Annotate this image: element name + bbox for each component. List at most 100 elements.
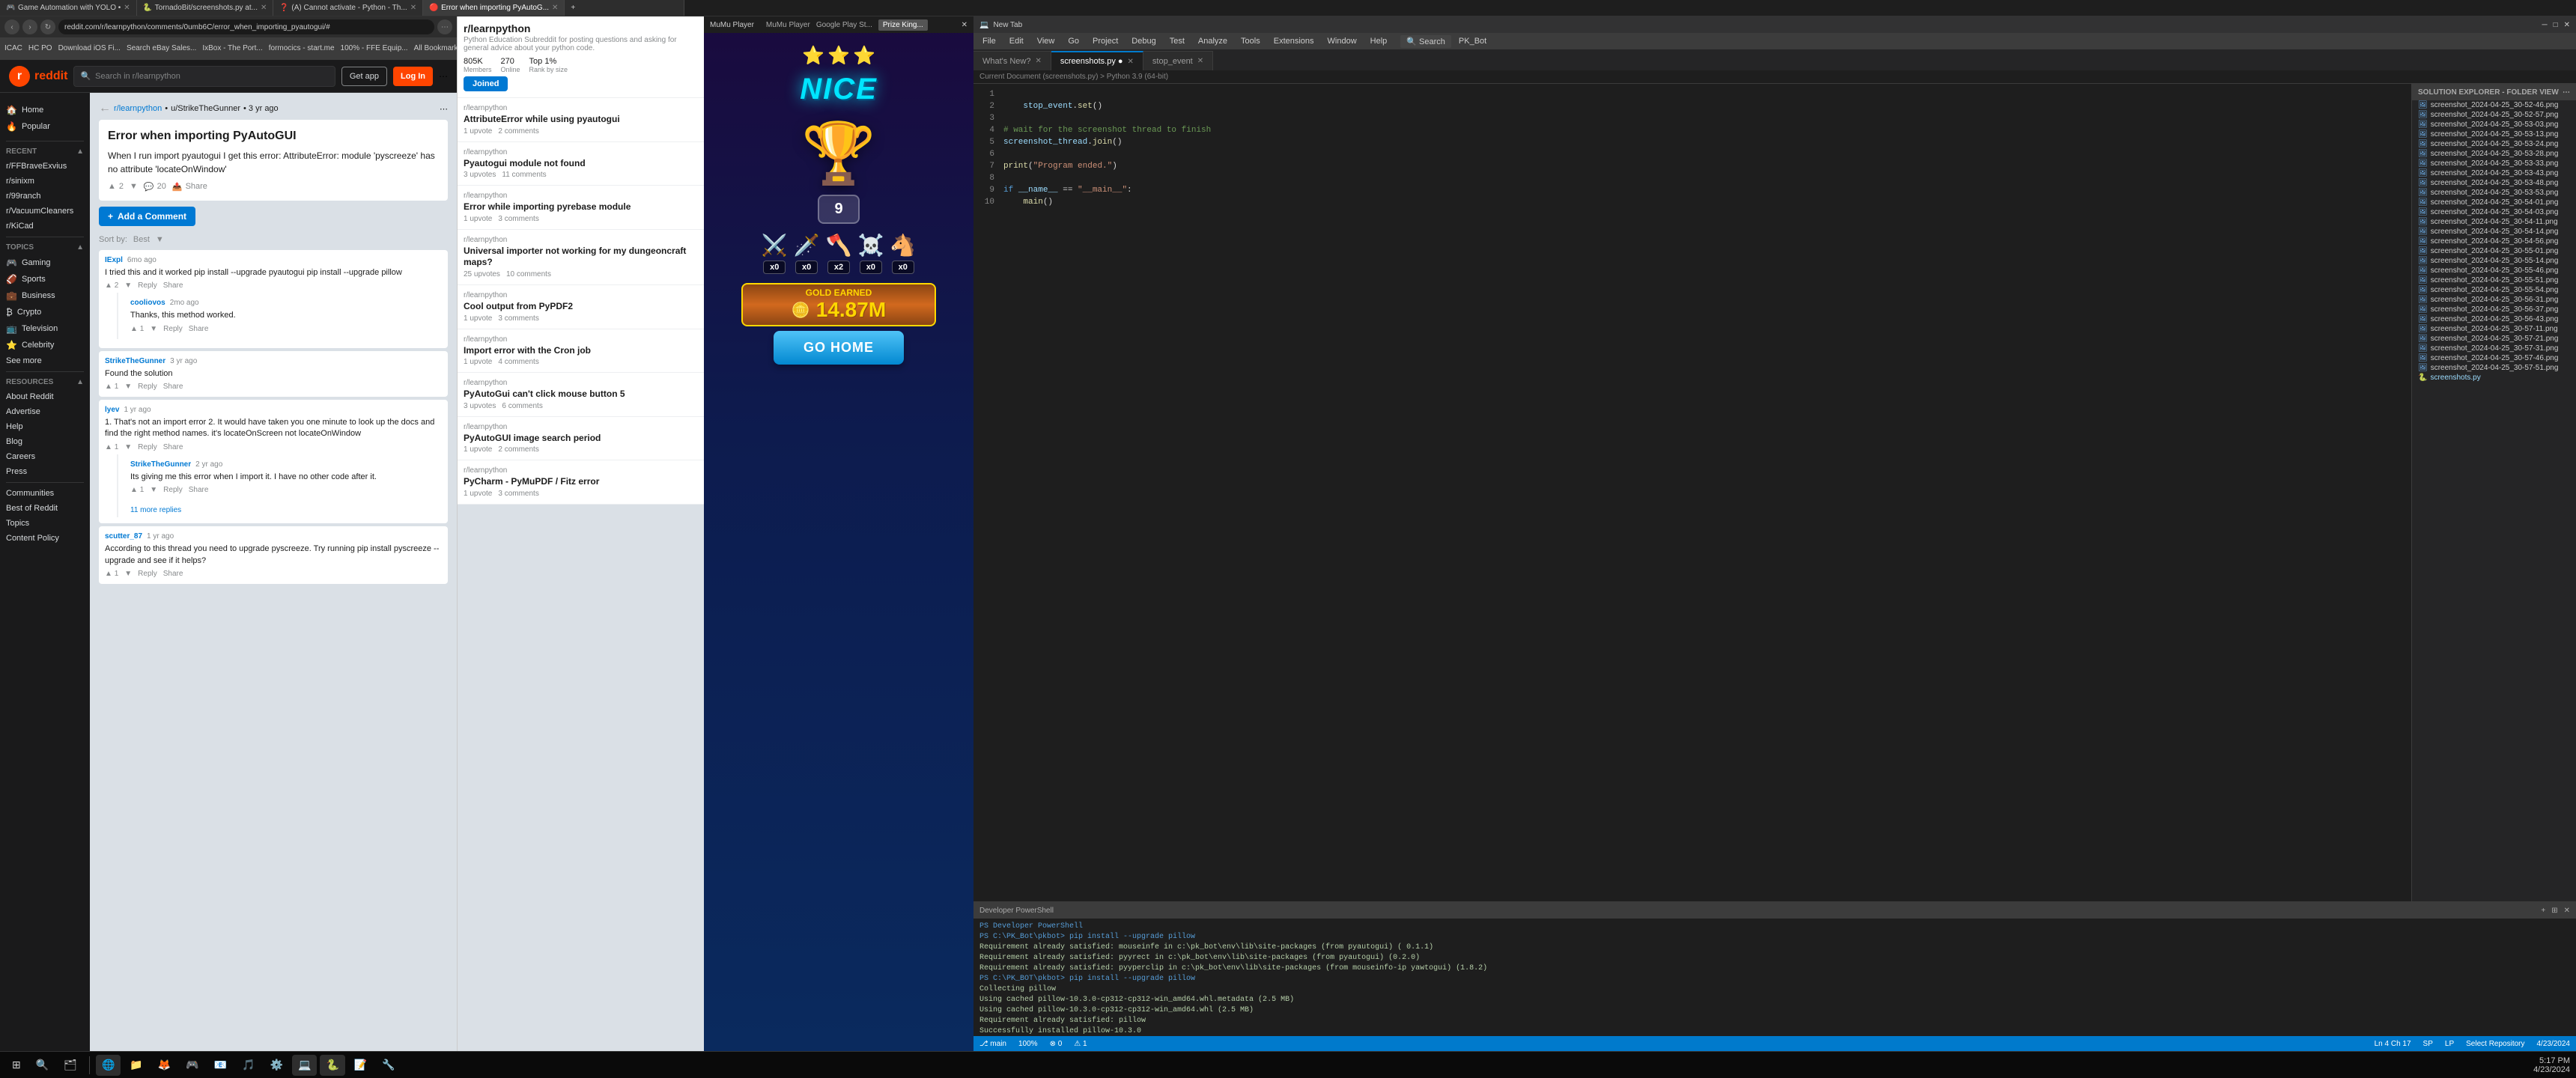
browser-tab-1[interactable]: 🐍 TornadoBit/screenshots.py at... ✕ <box>137 0 274 16</box>
tab-whatsnew-close[interactable]: ✕ <box>1035 57 1041 65</box>
explorer-file-1[interactable]: 🖼 screenshot_2024-04-25_30-52-57.png <box>2412 110 2576 120</box>
more-options-icon[interactable]: ⋯ <box>439 71 448 82</box>
explorer-options-icon[interactable]: ⋯ <box>2563 88 2570 97</box>
terminal-split-icon[interactable]: ⊞ <box>2551 907 2557 915</box>
comment-reply-0-vote[interactable]: ▲ 1 <box>130 325 144 333</box>
tab-close-0[interactable]: ✕ <box>124 4 130 12</box>
menu-project[interactable]: Project <box>1087 35 1124 47</box>
game-close-icon[interactable]: ✕ <box>962 21 967 29</box>
reddit-logo[interactable]: r reddit <box>9 66 67 87</box>
more-replies-link[interactable]: 11 more replies <box>124 503 442 517</box>
comment-1-author[interactable]: StrikeTheGunner <box>105 357 165 365</box>
post-options-icon[interactable]: ⋯ <box>440 104 448 114</box>
comment-0-vote[interactable]: ▲ 2 <box>105 281 118 290</box>
explorer-file-14[interactable]: 🖼 screenshot_2024-04-25_30-54-56.png <box>2412 237 2576 246</box>
reddit-search[interactable]: 🔍 Search in r/learnpython <box>73 66 335 87</box>
comment-reply-0-author[interactable]: cooliovos <box>130 299 165 307</box>
comment-2-vote[interactable]: ▲ 1 <box>105 443 118 451</box>
status-branch[interactable]: ⎇ main <box>979 1040 1006 1048</box>
vscode-tab-stopevent[interactable]: stop_event ✕ <box>1143 51 1213 70</box>
chrome-taskbar-btn[interactable]: 🌐 <box>96 1055 121 1076</box>
explorer-taskbar-btn[interactable]: 📁 <box>124 1055 148 1076</box>
sidebar-item-99ranch[interactable]: r/99ranch <box>0 189 90 204</box>
comment-1-reply[interactable]: Reply <box>138 383 157 391</box>
comment-reply-2-downvote[interactable]: ▼ <box>150 486 157 494</box>
status-cursor[interactable]: Ln 4 Ch 17 <box>2375 1040 2411 1048</box>
comment-3-share[interactable]: Share <box>163 570 183 578</box>
sidebar-item-communities[interactable]: Communities <box>0 486 90 501</box>
downvote-button[interactable]: ▼ <box>130 182 138 191</box>
terminal-plus-icon[interactable]: + <box>2541 907 2545 915</box>
taskview-button[interactable]: 🗂 <box>58 1055 83 1076</box>
bookmark-ios[interactable]: Download iOS Fi... <box>58 44 121 52</box>
vscode-editor[interactable]: 1 2 stop_event.set() 3 4 # wait for the … <box>973 84 2411 901</box>
menu-go[interactable]: Go <box>1062 35 1085 47</box>
recent-collapse-icon[interactable]: ▲ <box>76 147 84 156</box>
comment-1-vote[interactable]: ▲ 1 <box>105 383 118 391</box>
sidebar-item-gaming[interactable]: 🎮 Gaming <box>0 255 90 271</box>
comment-2-share[interactable]: Share <box>163 443 183 451</box>
resources-collapse-icon[interactable]: ▲ <box>76 378 84 386</box>
sidebar-item-bestofreddit[interactable]: Best of Reddit <box>0 501 90 516</box>
sidebar-item-advertise[interactable]: Advertise <box>0 404 90 419</box>
explorer-file-2[interactable]: 🖼 screenshot_2024-04-25_30-53-03.png <box>2412 120 2576 130</box>
explorer-file-0[interactable]: 🖼 screenshot_2024-04-25_30-52-46.png <box>2412 100 2576 110</box>
terminal-close-icon[interactable]: ✕ <box>2564 907 2570 915</box>
comment-0-share[interactable]: Share <box>163 281 183 290</box>
comment-reply-2-author[interactable]: StrikeTheGunner <box>130 460 191 469</box>
bookmark-ffe[interactable]: 100% - FFE Equip... <box>341 44 408 52</box>
menu-file[interactable]: File <box>976 35 1002 47</box>
sidebar-item-blog[interactable]: Blog <box>0 434 90 449</box>
game-tab-2[interactable]: Prize King... <box>878 19 928 31</box>
minimize-icon[interactable]: ─ <box>2542 21 2547 29</box>
comment-1-share[interactable]: Share <box>163 383 183 391</box>
menu-tools[interactable]: Tools <box>1235 35 1266 47</box>
explorer-file-21[interactable]: 🖼 screenshot_2024-04-25_30-56-37.png <box>2412 305 2576 314</box>
sidebar-item-crypto[interactable]: ₿ Crypto <box>0 304 90 320</box>
notepad-taskbar-btn[interactable]: 📝 <box>348 1055 373 1076</box>
explorer-file-4[interactable]: 🖼 screenshot_2024-04-25_30-53-24.png <box>2412 139 2576 149</box>
search-bar[interactable]: 🔍 Search <box>1400 35 1451 48</box>
sort-value[interactable]: Best <box>133 235 150 244</box>
share-post-button[interactable]: 📤 Share <box>172 182 207 192</box>
vscode-tab-whatsnew[interactable]: What's New? ✕ <box>973 51 1051 70</box>
status-encoding[interactable]: SP <box>2423 1040 2433 1048</box>
comment-reply-2-reply[interactable]: Reply <box>163 486 183 494</box>
sort-chevron-icon[interactable]: ▼ <box>156 235 164 244</box>
game-tab-1[interactable]: Google Play St... <box>816 21 872 29</box>
explorer-file-26[interactable]: 🖼 screenshot_2024-04-25_30-57-46.png <box>2412 353 2576 363</box>
breadcrumb-back-icon[interactable]: ← <box>99 102 111 115</box>
back-button[interactable]: ‹ <box>4 19 19 34</box>
explorer-file-22[interactable]: 🖼 screenshot_2024-04-25_30-56-43.png <box>2412 314 2576 324</box>
game-taskbar-btn[interactable]: 🎮 <box>180 1055 204 1076</box>
sidebar-item-topics[interactable]: Topics <box>0 516 90 531</box>
browser-tab-2[interactable]: ❓ (A) Cannot activate - Python - Th... ✕ <box>273 0 423 16</box>
start-button[interactable]: ⊞ <box>6 1055 27 1076</box>
status-language[interactable]: LP <box>2445 1040 2454 1048</box>
sidebar-item-vacuumcleaners[interactable]: r/VacuumCleaners <box>0 204 90 219</box>
sidebar-see-more[interactable]: See more <box>0 353 90 368</box>
comment-3-downvote[interactable]: ▼ <box>124 570 132 578</box>
explorer-file-12[interactable]: 🖼 screenshot_2024-04-25_30-54-11.png <box>2412 217 2576 227</box>
email-taskbar-btn[interactable]: 📧 <box>208 1055 233 1076</box>
menu-help[interactable]: Help <box>1364 35 1394 47</box>
vscode-tab-screenshots[interactable]: screenshots.py ● ✕ <box>1051 51 1143 70</box>
post-preview-0[interactable]: r/learnpython AttributeError while using… <box>458 98 704 142</box>
bookmark-ebay[interactable]: Search eBay Sales... <box>127 44 196 52</box>
sidebar-item-ffbraveexvius[interactable]: r/FFBraveExvius <box>0 159 90 174</box>
menu-window[interactable]: Window <box>1322 35 1363 47</box>
explorer-file-13[interactable]: 🖼 screenshot_2024-04-25_30-54-14.png <box>2412 227 2576 237</box>
explorer-file-20[interactable]: 🖼 screenshot_2024-04-25_30-56-31.png <box>2412 295 2576 305</box>
post-preview-6[interactable]: r/learnpython PyAutoGui can't click mous… <box>458 373 704 417</box>
game-tab-0[interactable]: MuMu Player <box>766 21 810 29</box>
comment-count-button[interactable]: 💬 20 <box>144 182 166 192</box>
menu-edit[interactable]: Edit <box>1003 35 1030 47</box>
maximize-icon[interactable]: □ <box>2554 21 2558 29</box>
tab-close-3[interactable]: ✕ <box>552 4 558 12</box>
post-preview-5[interactable]: r/learnpython Import error with the Cron… <box>458 329 704 374</box>
sidebar-item-about[interactable]: About Reddit <box>0 389 90 404</box>
explorer-file-8[interactable]: 🖼 screenshot_2024-04-25_30-53-48.png <box>2412 178 2576 188</box>
comment-reply-0-downvote[interactable]: ▼ <box>150 325 157 333</box>
post-preview-3[interactable]: r/learnpython Universal importer not wor… <box>458 230 704 285</box>
comment-0-reply[interactable]: Reply <box>138 281 157 290</box>
